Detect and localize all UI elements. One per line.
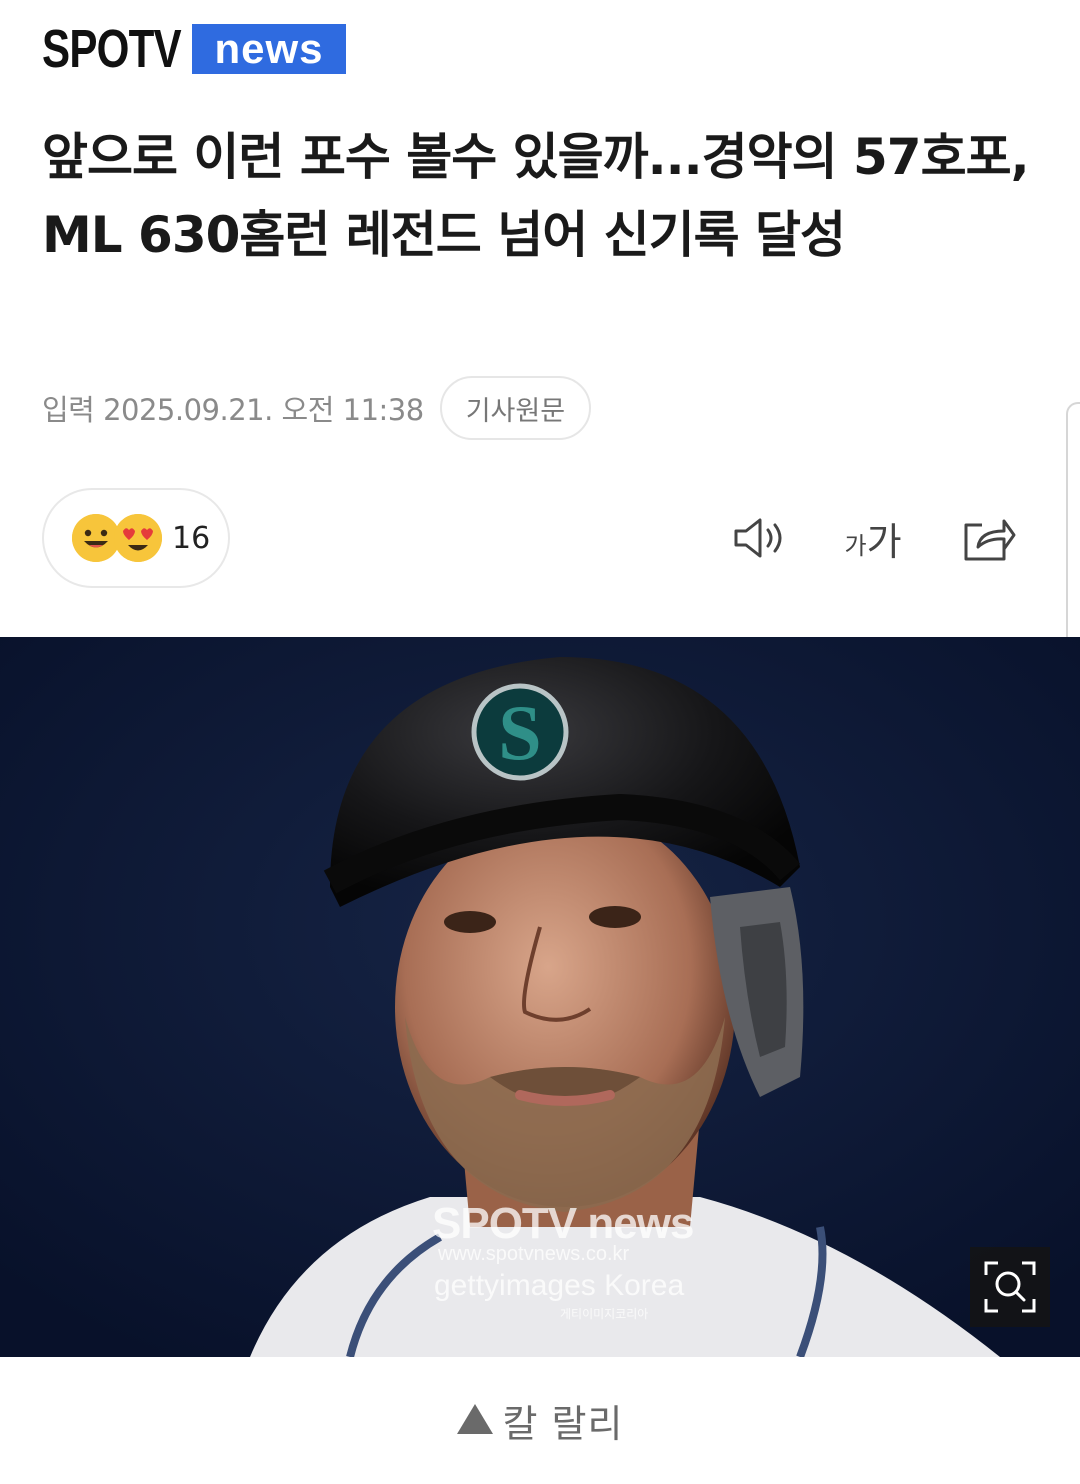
reaction-button[interactable]: 16 — [42, 488, 230, 588]
zoom-icon — [984, 1261, 1036, 1313]
triangle-up-icon — [456, 1403, 493, 1434]
site-logo[interactable]: SPOTV news — [42, 19, 346, 79]
reaction-count: 16 — [172, 520, 211, 556]
logo-wordmark: SPOTV — [42, 19, 182, 79]
original-article-button[interactable]: 기사원문 — [439, 376, 592, 440]
watermark-getty-korean: 게티이미지코리아 — [560, 1307, 649, 1321]
speaker-icon[interactable] — [720, 508, 800, 568]
article-headline: 앞으로 이런 포수 볼수 있을까...경악의 57호포, ML 630홈런 레전… — [42, 128, 1030, 264]
publish-date: 입력 2025.09.21. 오전 11:38 — [42, 393, 424, 427]
article-meta: 입력 2025.09.21. 오전 11:38 기사원문 — [42, 376, 592, 440]
share-icon[interactable] — [956, 508, 1020, 568]
watermark-getty: gettyimages Korea — [434, 1269, 685, 1302]
font-size-large-label: 가 — [866, 519, 902, 564]
watermark-logo: SPOTV news — [432, 1199, 694, 1248]
logo-news-badge: news — [192, 24, 346, 74]
caption-text: 칼 랄리 — [502, 1402, 624, 1446]
zoom-button[interactable] — [970, 1247, 1050, 1327]
article-photo[interactable]: S SPOTV news www.spotvnews.co.kr gettyim… — [0, 637, 1080, 1357]
heart-eyes-emoji-icon — [114, 514, 162, 562]
article-toolbar: 가 가 — [720, 508, 1020, 568]
font-size-icon[interactable]: 가 가 — [838, 508, 908, 568]
photo-caption: 칼 랄리 — [0, 1357, 1080, 1484]
svg-text:S: S — [498, 689, 541, 776]
watermark-url: www.spotvnews.co.kr — [438, 1243, 630, 1265]
font-size-small-label: 가 — [844, 531, 867, 560]
smile-emoji-icon — [72, 514, 120, 562]
